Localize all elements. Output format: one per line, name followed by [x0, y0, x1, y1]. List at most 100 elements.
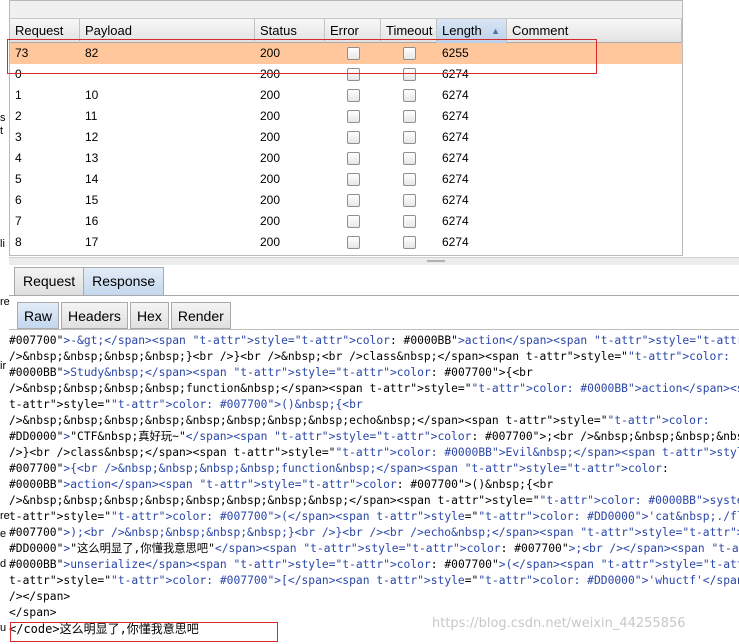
- subtab-headers[interactable]: Headers: [61, 302, 128, 329]
- cell-request: 4: [15, 151, 22, 165]
- error-checkbox[interactable]: [346, 110, 360, 123]
- error-checkbox[interactable]: [346, 236, 360, 249]
- view-subtabs: Raw Headers Hex Render: [17, 302, 233, 329]
- code-line: #0000BB">unserialize</span><span "t-attr…: [9, 558, 739, 571]
- cell-length: 6274: [442, 151, 469, 165]
- cell-status: 200: [260, 109, 281, 123]
- cell-status: 200: [260, 214, 281, 228]
- subtab-raw[interactable]: Raw: [17, 302, 60, 329]
- cell-comment: [507, 169, 682, 190]
- subtab-hex[interactable]: Hex: [129, 302, 169, 329]
- cell-status: 200: [260, 88, 281, 102]
- cell-length: 6274: [442, 214, 469, 228]
- error-checkbox[interactable]: [346, 173, 360, 186]
- code-line: #0000BB">Study&nbsp;</span><span "t-attr…: [9, 366, 533, 379]
- code-line: />}<br />class&nbsp;</span><span t-attr"…: [9, 446, 739, 459]
- watermark: https://blog.csdn.net/weixin_44255856: [432, 616, 686, 631]
- cell-request: 8: [15, 235, 22, 249]
- timeout-checkbox[interactable]: [402, 215, 416, 228]
- table-toolbar-strip: [10, 1, 682, 19]
- cell-comment: [507, 190, 682, 211]
- pane-splitter[interactable]: [9, 257, 739, 265]
- edge-fragment: li: [0, 238, 5, 250]
- cell-payload: 12: [85, 130, 99, 144]
- response-raw-view[interactable]: #007700">-&gt;</span><span "t-attr">styl…: [9, 333, 739, 644]
- cell-length: 6274: [442, 235, 469, 249]
- cell-error: [325, 148, 381, 169]
- cell-payload: 10: [85, 88, 99, 102]
- highlight-box-selected-row: [7, 39, 597, 74]
- timeout-checkbox[interactable]: [402, 152, 416, 165]
- timeout-checkbox[interactable]: [402, 236, 416, 249]
- grip-icon: [427, 260, 445, 262]
- code-line: /></span>: [9, 590, 71, 603]
- cell-timeout: [381, 127, 437, 148]
- table-row[interactable]: 3 12 200 6274: [10, 127, 682, 148]
- error-checkbox[interactable]: [346, 215, 360, 228]
- cell-comment: [507, 148, 682, 169]
- cell-length: 6274: [442, 130, 469, 144]
- timeout-checkbox[interactable]: [402, 110, 416, 123]
- table-body: 73 82 200 6255 0 200 6274 1 10 200 6274 2 11 200 6274 3…: [10, 43, 682, 253]
- timeout-checkbox[interactable]: [402, 194, 416, 207]
- code-line: #007700">-&gt;</span><span "t-attr">styl…: [9, 334, 739, 347]
- code-line: #007700">{<br />&nbsp;&nbsp;&nbsp;&nbsp;…: [9, 462, 669, 475]
- subtabs-divider: [9, 329, 739, 330]
- cell-error: [325, 169, 381, 190]
- error-checkbox[interactable]: [346, 152, 360, 165]
- table-row[interactable]: 2 11 200 6274: [10, 106, 682, 127]
- cell-request: 2: [15, 109, 22, 123]
- cell-request: 6: [15, 193, 22, 207]
- cell-timeout: [381, 85, 437, 106]
- table-row[interactable]: 6 15 200 6274: [10, 190, 682, 211]
- cell-timeout: [381, 232, 437, 253]
- table-row[interactable]: 5 14 200 6274: [10, 169, 682, 190]
- table-row[interactable]: 8 17 200 6274: [10, 232, 682, 253]
- cell-status: 200: [260, 172, 281, 186]
- cell-length: 6274: [442, 172, 469, 186]
- cell-error: [325, 106, 381, 127]
- cell-request: 1: [15, 88, 22, 102]
- code-line: #DD0000">"CTF&nbsp;真好玩~"</span><span "t-…: [9, 430, 739, 443]
- cell-status: 200: [260, 151, 281, 165]
- code-line: />&nbsp;&nbsp;&nbsp;&nbsp;}<br />}<br />…: [9, 350, 730, 363]
- edge-fragment: u: [0, 622, 7, 634]
- cell-payload: 11: [85, 109, 98, 123]
- column-header-length-label: Length: [442, 23, 482, 38]
- tab-response[interactable]: Response: [83, 267, 165, 295]
- code-line: />&nbsp;&nbsp;&nbsp;&nbsp;&nbsp;&nbsp;&n…: [9, 494, 739, 507]
- code-line: #DD0000">"这么明显了,你懂我意思吧"</span><span "t-a…: [9, 542, 739, 555]
- cell-length: 6274: [442, 88, 469, 102]
- highlight-box-output: [10, 622, 278, 642]
- cell-payload: 16: [85, 214, 99, 228]
- cell-timeout: [381, 106, 437, 127]
- error-checkbox[interactable]: [346, 194, 360, 207]
- code-line: />&nbsp;&nbsp;&nbsp;&nbsp;&nbsp;&nbsp;&n…: [9, 414, 710, 427]
- table-row[interactable]: 7 16 200 6274: [10, 211, 682, 232]
- timeout-checkbox[interactable]: [402, 131, 416, 144]
- left-edge-strip: [0, 0, 6, 644]
- table-row[interactable]: 4 13 200 6274: [10, 148, 682, 169]
- cell-comment: [507, 85, 682, 106]
- cell-error: [325, 85, 381, 106]
- cell-payload: 17: [85, 235, 99, 249]
- timeout-checkbox[interactable]: [402, 89, 416, 102]
- code-line: t-attr">style=""t-attr">color: #007700">…: [9, 398, 363, 411]
- cell-status: 200: [260, 193, 281, 207]
- tab-request[interactable]: Request: [14, 267, 85, 295]
- error-checkbox[interactable]: [346, 131, 360, 144]
- cell-status: 200: [260, 130, 281, 144]
- subtab-render[interactable]: Render: [170, 302, 231, 329]
- cell-payload: 14: [85, 172, 99, 186]
- cell-request: 7: [15, 214, 22, 228]
- cell-timeout: [381, 190, 437, 211]
- cell-timeout: [381, 148, 437, 169]
- table-row[interactable]: 1 10 200 6274: [10, 85, 682, 106]
- timeout-checkbox[interactable]: [402, 173, 416, 186]
- error-checkbox[interactable]: [346, 89, 360, 102]
- code-line: #0000BB">action</span><span "t-attr">sty…: [9, 478, 554, 491]
- edge-fragment: s: [0, 112, 6, 124]
- code-line: t-attr">style=""t-attr">color: #007700">…: [9, 574, 739, 587]
- cell-request: 5: [15, 172, 22, 186]
- cell-length: 6274: [442, 109, 469, 123]
